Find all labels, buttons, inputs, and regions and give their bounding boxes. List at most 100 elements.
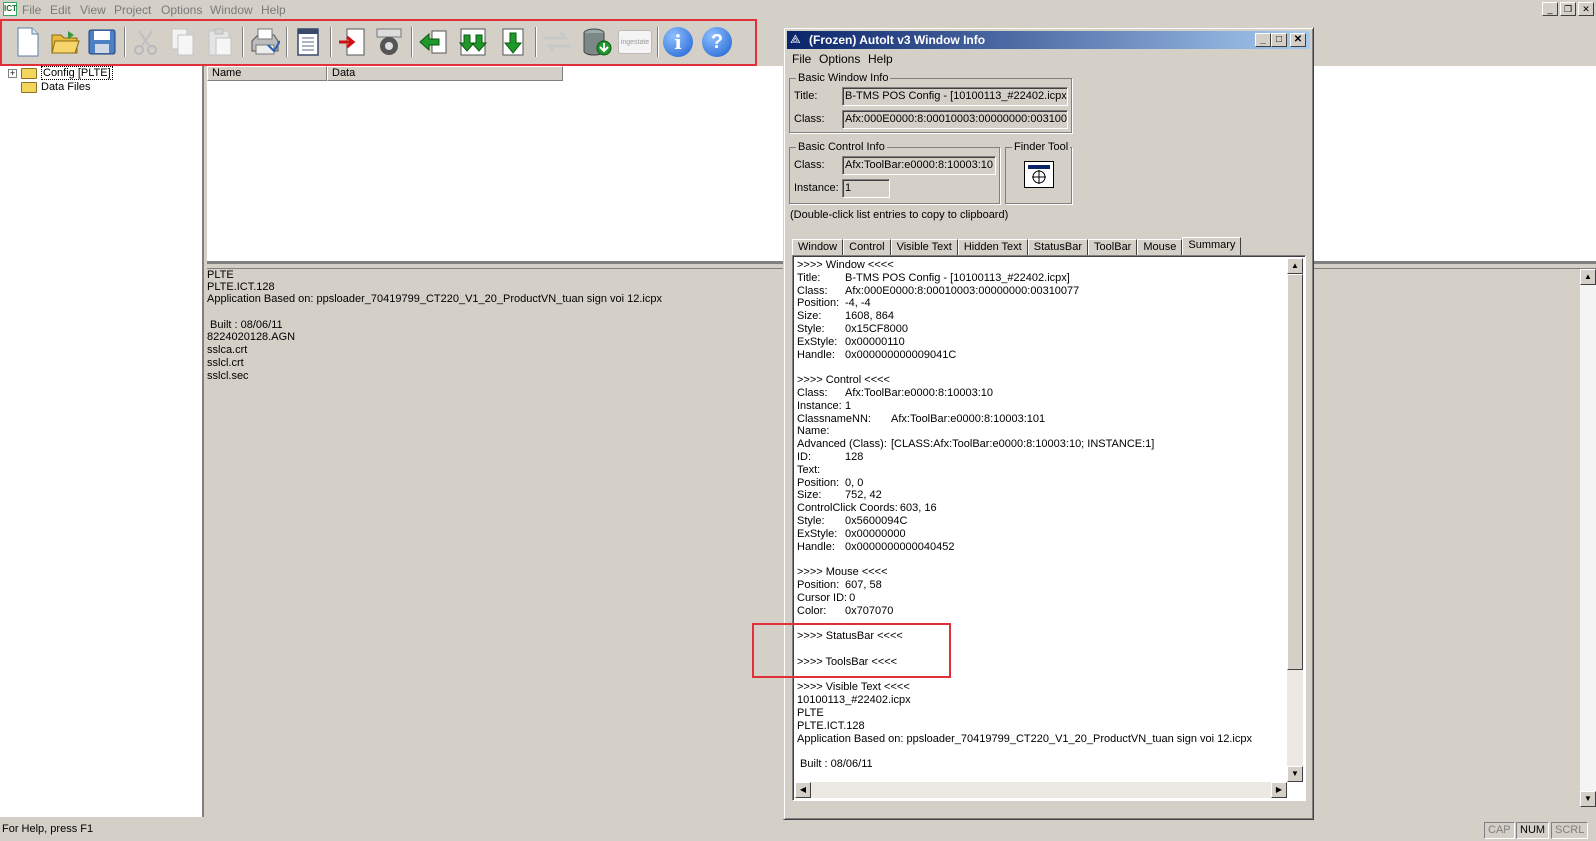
menu-view[interactable]: View [80,3,106,17]
window-title-field[interactable]: B-TMS POS Config - [10100113_#22402.icpx… [842,87,1068,106]
summary-line[interactable]: Handle: 0x000000000009041C [797,349,956,362]
summary-line[interactable]: >>>> Visible Text <<<< [797,681,910,694]
summary-line[interactable]: Class: Afx:ToolBar:e0000:8:10003:10 [797,387,993,400]
summary-line[interactable]: Application Based on: ppsloader_70419799… [797,733,1252,746]
scroll-right-arrow-icon[interactable]: ▶ [1271,782,1287,798]
summary-line[interactable]: Advanced (Class): [CLASS:Afx:ToolBar:e000… [797,438,1154,451]
scrl-indicator: SCRL [1551,822,1589,839]
detail-scrollbar[interactable]: ▲ ▼ [1580,269,1596,807]
column-header-data[interactable]: Data [327,66,563,81]
toolbar-copy-button[interactable] [165,25,201,59]
window-class-field[interactable]: Afx:000E0000:8:00010003:00000000:0031007… [842,110,1068,129]
menu-options[interactable]: Options [161,3,202,17]
toolbar-ingestate-button[interactable]: ingestate [617,25,653,59]
summary-line[interactable]: Instance: 1 [797,400,851,413]
autoit-close-button[interactable]: ✕ [1290,33,1306,47]
summary-line[interactable]: PLTE.ICT.128 [797,720,865,733]
summary-vertical-scrollbar[interactable]: ▲ ▼ [1287,258,1303,782]
toolbar-print-button[interactable] [246,25,282,59]
summary-line[interactable]: >>>> Control <<<< [797,374,890,387]
menu-edit[interactable]: Edit [50,3,71,17]
summary-key: Cursor ID: [797,591,848,604]
summary-line[interactable]: Class: Afx:000E0000:8:00010003:00000000:0… [797,285,1079,298]
tree-item-config[interactable]: + Config [PLTE] [8,66,113,80]
summary-line[interactable]: >>>> Window <<<< [797,259,894,272]
autoit-menu-file[interactable]: File [792,52,811,66]
summary-line[interactable]: >>>> ToolsBar <<<< [797,656,897,669]
summary-line[interactable]: 10100113_#22402.icpx [797,694,911,707]
finder-tool-crosshair-icon[interactable] [1024,161,1054,188]
toolbar-compile-button[interactable] [371,25,407,59]
menu-file[interactable]: File [22,3,41,17]
summary-line[interactable]: Built : 08/06/11 [797,758,873,771]
scroll-down-arrow-icon[interactable]: ▼ [1287,766,1303,782]
summary-line[interactable]: >>>> StatusBar <<<< [797,630,903,643]
summary-key: Handle: [797,540,835,553]
summary-line[interactable]: Text: [797,464,820,477]
summary-line[interactable]: >>>> Mouse <<<< [797,566,888,579]
summary-key: Text: [797,463,821,476]
summary-line[interactable]: Title: B-TMS POS Config - [10100113_#2240… [797,272,1070,285]
summary-line[interactable]: ClassnameNN: Afx:ToolBar:e0000:8:10003:10… [797,413,1045,426]
tab-summary[interactable]: Summary [1182,237,1242,257]
summary-line[interactable]: ID: 128 [797,451,863,464]
scroll-left-arrow-icon[interactable]: ◀ [795,782,811,798]
toolbar-download-all-button[interactable] [455,25,491,59]
scroll-up-arrow-icon[interactable]: ▲ [1287,258,1303,274]
autoit-title-bar[interactable]: ⟁ (Frozen) AutoIt v3 Window Info _ □ ✕ [787,31,1310,49]
toolbar-new-button[interactable] [10,25,46,59]
summary-line[interactable]: ExStyle: 0x00000110 [797,335,905,349]
summary-horizontal-scrollbar[interactable]: ◀ ▶ [795,782,1287,798]
autoit-menu-help[interactable]: Help [868,52,893,66]
toolbar-back-button[interactable] [415,25,451,59]
summary-line[interactable]: Position: 0, 0 [797,477,863,490]
summary-line[interactable]: Color: 0x707070 [797,605,893,618]
control-instance-field[interactable]: 1 [842,179,890,198]
summary-line[interactable]: Size: 1608, 864 [797,310,894,323]
summary-line[interactable]: ExStyle: 0x00000000 [797,528,906,541]
toolbar-open-button[interactable] [47,25,83,59]
summary-line[interactable]: Cursor ID: 0 [797,592,855,605]
summary-value: 607, 58 [845,579,882,591]
summary-line[interactable]: Style: 0x5600094C [797,515,907,528]
summary-line[interactable]: Name: [797,425,829,438]
scroll-thumb[interactable] [1287,274,1303,670]
toolbar-database-button[interactable] [579,25,615,59]
summary-list[interactable]: >>>> Window <<<< Title: B-TMS POS Config -… [792,255,1306,801]
scroll-down-arrow-icon[interactable]: ▼ [1580,791,1596,807]
summary-line[interactable]: Style: 0x15CF8000 [797,323,908,336]
project-tree[interactable]: + Config [PLTE] Data Files [0,66,204,817]
autoit-minimize-button[interactable]: _ [1255,33,1271,47]
toolbar-cut-button[interactable] [128,25,164,59]
toolbar-download-button[interactable] [495,25,531,59]
toolbar-properties-button[interactable] [290,25,326,59]
summary-key: ExStyle: [797,335,838,348]
toolbar-help-button[interactable]: ? [699,25,735,59]
toolbar-transfer-button[interactable] [539,25,575,59]
expand-toggle[interactable]: + [8,68,17,78]
scroll-up-arrow-icon[interactable]: ▲ [1580,269,1596,285]
menu-help[interactable]: Help [261,3,286,17]
menu-window[interactable]: Window [210,3,253,17]
autoit-maximize-button[interactable]: □ [1271,33,1287,47]
summary-line[interactable]: Handle: 0x0000000000040452 [797,540,955,554]
control-class-field[interactable]: Afx:ToolBar:e0000:8:10003:10 [842,156,996,175]
toolbar-paste-button[interactable] [202,25,238,59]
summary-line[interactable]: PLTE [797,707,824,720]
tree-item-data-files[interactable]: Data Files [21,80,91,94]
autoit-menu-options[interactable]: Options [819,52,860,66]
mdi-close-button[interactable]: ✕ [1578,2,1594,16]
mdi-restore-button[interactable]: ❐ [1560,2,1576,16]
toolbar-save-button[interactable] [84,25,120,59]
column-header-name[interactable]: Name [207,66,327,81]
mdi-minimize-button[interactable]: _ [1542,2,1558,16]
toolbar-info-button[interactable]: i [660,25,696,59]
summary-line[interactable]: Size: 752, 42 [797,489,882,502]
summary-line[interactable]: Position: 607, 58 [797,579,882,592]
summary-key: Size: [797,489,822,502]
summary-line[interactable]: ControlClick Coords: 603, 16 [797,502,937,515]
summary-value: Afx:000E0000:8:00010003:00000000:0031007… [845,284,1080,297]
toolbar-import-button[interactable] [334,25,370,59]
menu-project[interactable]: Project [114,3,151,17]
summary-line[interactable]: Position: -4, -4 [797,297,871,310]
